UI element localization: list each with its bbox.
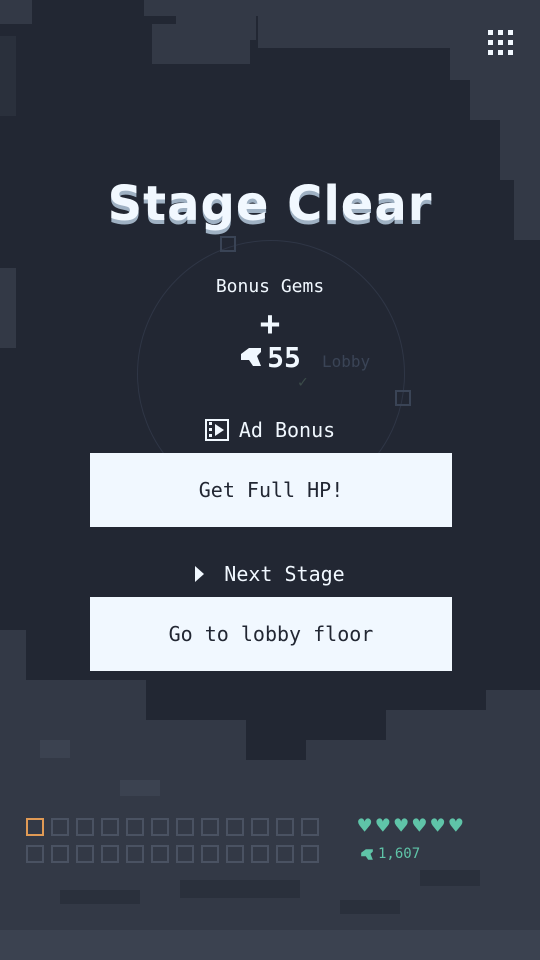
- inventory-slot[interactable]: [301, 845, 319, 863]
- inventory-slot[interactable]: [201, 845, 219, 863]
- inventory-row-2: [26, 845, 319, 863]
- plus-sign: +: [259, 304, 281, 344]
- next-stage-text: Next Stage: [224, 562, 345, 586]
- heart-icon: ♥: [376, 814, 390, 839]
- gem-total-value: 1,607: [378, 846, 421, 862]
- play-icon: [195, 566, 205, 582]
- inventory-slot[interactable]: [151, 845, 169, 863]
- inventory-slot[interactable]: [76, 845, 94, 863]
- grid-dots-icon: [487, 29, 493, 35]
- gem-total: 1,607: [360, 846, 420, 862]
- heart-icon: ♥: [412, 814, 426, 839]
- ad-bonus-label: Ad Bonus: [0, 418, 540, 442]
- inventory-slot[interactable]: [276, 818, 294, 836]
- inventory-slot[interactable]: [201, 818, 219, 836]
- gem-icon: [241, 348, 262, 366]
- menu-button[interactable]: [480, 22, 520, 62]
- go-to-lobby-button[interactable]: Go to lobby floor: [90, 597, 452, 671]
- inventory-slot-selected[interactable]: [26, 818, 44, 836]
- inventory-slot[interactable]: [226, 845, 244, 863]
- inventory-slot[interactable]: [151, 818, 169, 836]
- inventory-slot[interactable]: [301, 818, 319, 836]
- inventory-slot[interactable]: [76, 818, 94, 836]
- inventory-slot[interactable]: [226, 818, 244, 836]
- inventory-slot[interactable]: [126, 845, 144, 863]
- inventory-slot[interactable]: [276, 845, 294, 863]
- inventory-slot[interactable]: [176, 818, 194, 836]
- check-icon: ✓: [298, 372, 308, 391]
- inventory-row-1: [26, 818, 319, 836]
- inventory-slot[interactable]: [126, 818, 144, 836]
- inventory-slot[interactable]: [251, 845, 269, 863]
- page-title: Stage Clear: [107, 176, 433, 232]
- heart-icon: ♥: [431, 814, 445, 839]
- inventory-slot[interactable]: [26, 845, 44, 863]
- bonus-gems-value: 55: [267, 340, 301, 374]
- bonus-gems-amount: 55: [0, 340, 540, 374]
- inventory-slot[interactable]: [101, 845, 119, 863]
- ad-bonus-text: Ad Bonus: [238, 418, 336, 442]
- heart-icon: ♥: [358, 814, 372, 839]
- health-hearts: ♥ ♥ ♥ ♥ ♥ ♥: [358, 816, 463, 838]
- heart-icon: ♥: [449, 814, 463, 839]
- inventory-slot[interactable]: [51, 845, 69, 863]
- inventory-slot[interactable]: [251, 818, 269, 836]
- inventory-slot[interactable]: [51, 818, 69, 836]
- get-full-hp-button[interactable]: Get Full HP!: [90, 453, 452, 527]
- bonus-gems-label: Bonus Gems: [215, 276, 325, 297]
- heart-icon: ♥: [394, 814, 408, 839]
- inventory-slot[interactable]: [176, 845, 194, 863]
- gem-icon: [361, 848, 373, 860]
- next-stage-label: Next Stage: [0, 562, 540, 586]
- film-icon: [204, 419, 229, 441]
- inventory-slot[interactable]: [101, 818, 119, 836]
